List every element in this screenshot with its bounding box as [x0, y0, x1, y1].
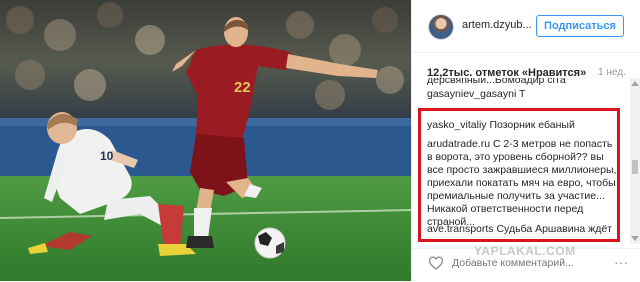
comments-list: дерсвяпный...Бомоадир сгга gasayniev_gas… [412, 78, 630, 244]
comment-author[interactable]: yasko_vitaliy [427, 119, 487, 131]
comment-item: ave.transports Судьба Аршавина ждёт [427, 223, 617, 236]
scroll-thumb[interactable] [632, 160, 638, 174]
comment-item: gasayniev_gasayni T [427, 88, 617, 101]
post-photo: 10 22 [0, 0, 411, 281]
football [254, 227, 286, 259]
comment-item: yasko_vitaliy Позорник ебаный [427, 119, 617, 132]
comment-text: Судьба Аршавина ждёт [496, 223, 612, 235]
scroll-up-arrow-icon[interactable] [631, 81, 639, 86]
comment-text: С 2-3 метров не попасть в ворота, это ур… [427, 138, 617, 228]
scroll-down-arrow-icon[interactable] [631, 236, 639, 241]
comment-author[interactable]: gasayniev_gasayni [427, 88, 516, 100]
comments-scrollbar[interactable] [630, 78, 640, 244]
avatar[interactable] [428, 14, 454, 40]
heart-icon[interactable] [428, 255, 444, 271]
more-options-icon[interactable]: ··· [614, 254, 628, 270]
username-link[interactable]: artem.dzyub... [462, 19, 532, 31]
russia-shirt-number: 22 [234, 79, 251, 96]
post-sidebar: artem.dzyub... Подписаться 12,2тыс. отме… [411, 0, 640, 281]
post-header: artem.dzyub... Подписаться [412, 0, 640, 53]
comment-item-clipped: дерсвяпный...Бомоадир сгга [427, 78, 627, 87]
follow-button[interactable]: Подписаться [536, 15, 624, 37]
comment-author[interactable]: arudatrade.ru [427, 138, 490, 150]
comment-author[interactable]: ave.transports [427, 223, 494, 235]
comment-item: arudatrade.ru С 2-3 метров не попасть в … [427, 138, 617, 229]
watermark: YAPLAKAL.COM [474, 244, 576, 258]
comment-text: дерсвяпный...Бомоадир сгга [427, 78, 566, 86]
england-shirt-number: 10 [100, 149, 114, 163]
comment-text: T [519, 88, 526, 100]
post-age[interactable]: 1 нед. [598, 67, 626, 78]
comment-text: Позорник ебаный [489, 119, 575, 131]
